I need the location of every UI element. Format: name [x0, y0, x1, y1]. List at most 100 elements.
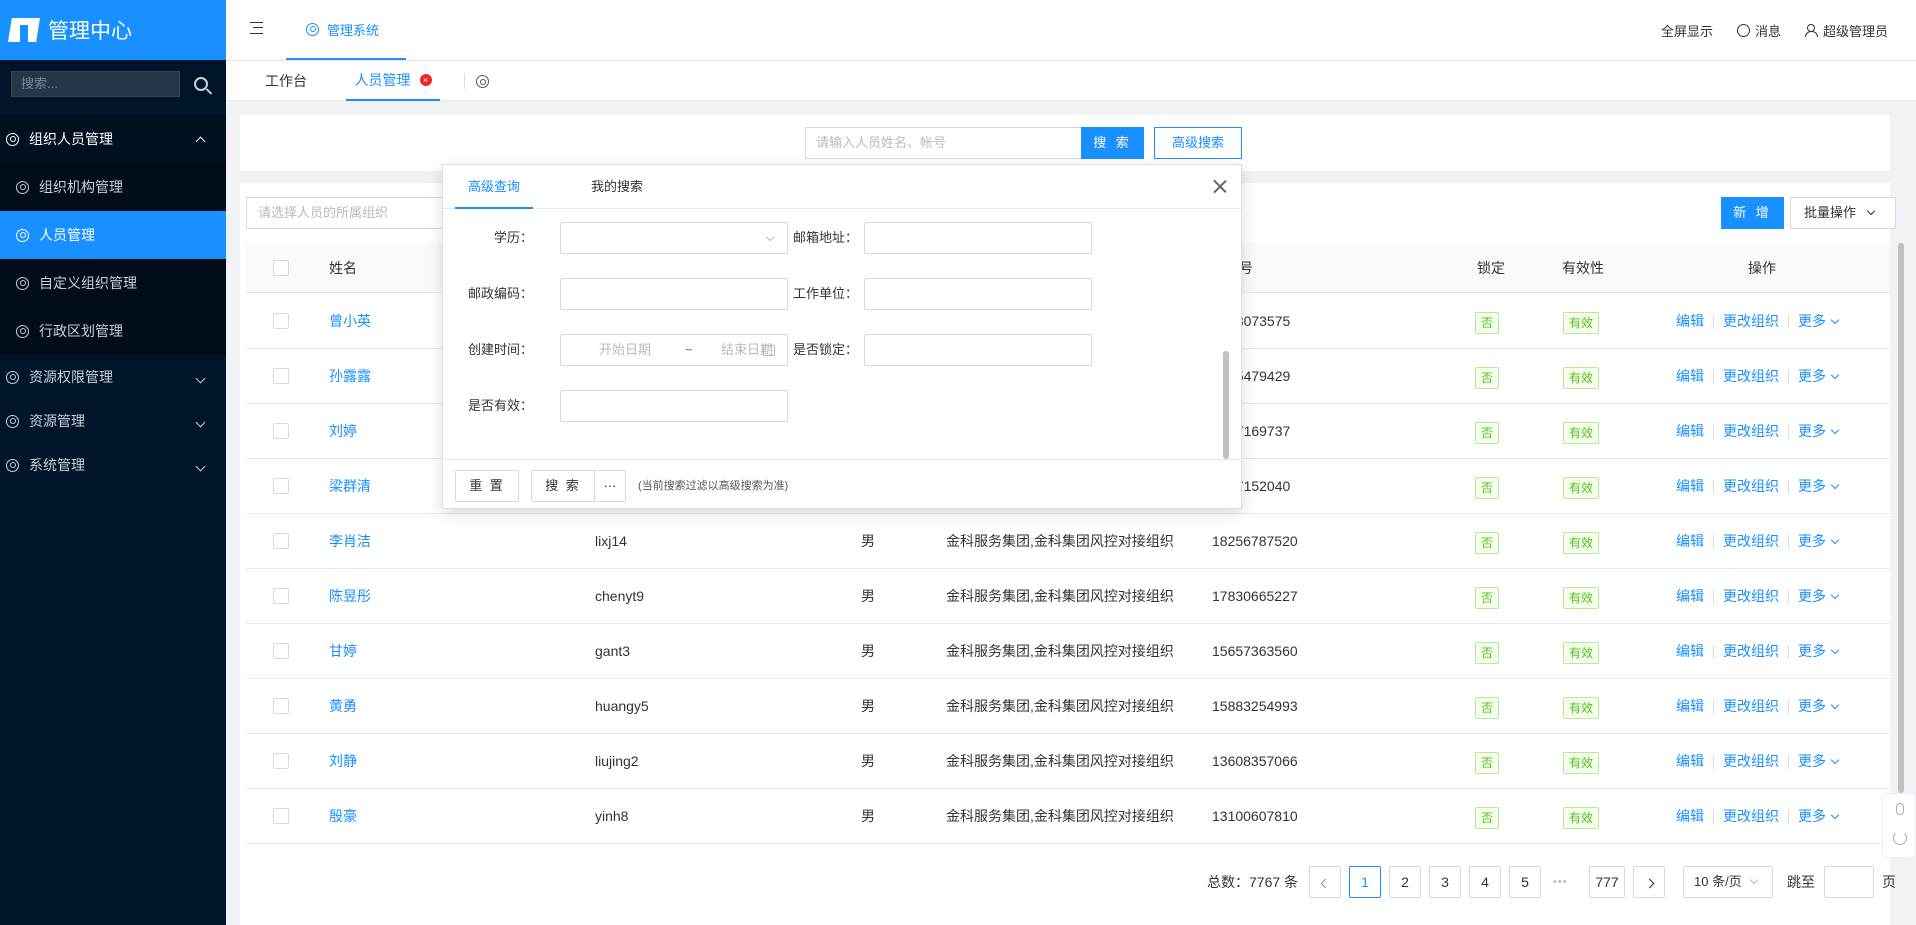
start-date-input[interactable]: 开始日期 — [599, 335, 651, 365]
email-field[interactable] — [864, 222, 1092, 254]
more-button[interactable]: 更多 — [1798, 313, 1840, 329]
more-button[interactable]: 更多 — [1798, 533, 1840, 549]
change-org-button[interactable]: 更改组织 — [1723, 313, 1779, 329]
change-org-button[interactable]: 更改组织 — [1723, 478, 1779, 494]
advanced-search-button[interactable]: 高级搜索 — [1154, 127, 1242, 159]
pagination-ellipsis[interactable]: ••• — [1553, 866, 1568, 898]
close-icon[interactable]: × — [419, 74, 432, 86]
scrollbar[interactable] — [1898, 243, 1904, 793]
row-checkbox[interactable] — [273, 588, 289, 604]
page-1[interactable]: 1 — [1349, 866, 1381, 898]
menu-group-resource-permission[interactable]: 资源权限管理 — [0, 355, 226, 399]
change-org-button[interactable]: 更改组织 — [1723, 533, 1779, 549]
batch-actions-button[interactable]: 批量操作 — [1790, 197, 1896, 229]
prev-page-button[interactable] — [1309, 866, 1341, 898]
change-org-button[interactable]: 更改组织 — [1723, 698, 1779, 714]
sidebar-item-org-structure[interactable]: 组织机构管理 — [0, 163, 226, 211]
date-range-picker[interactable]: 开始日期 ~ 结束日期 — [560, 334, 788, 366]
person-name-link[interactable]: 曾小英 — [329, 294, 371, 349]
more-button[interactable]: 更多 — [1798, 698, 1840, 714]
modal-scrollbar[interactable] — [1223, 351, 1229, 459]
search-button[interactable]: 搜 索 — [1081, 127, 1144, 159]
menu-collapse-icon[interactable] — [250, 22, 263, 34]
row-checkbox[interactable] — [273, 313, 289, 329]
change-org-button[interactable]: 更改组织 — [1723, 753, 1779, 769]
change-org-button[interactable]: 更改组织 — [1723, 368, 1779, 384]
row-checkbox[interactable] — [273, 423, 289, 439]
education-select[interactable] — [560, 222, 788, 254]
sidebar-search-input[interactable]: 搜索... — [11, 71, 180, 97]
close-icon[interactable] — [1213, 179, 1227, 193]
row-checkbox[interactable] — [273, 808, 289, 824]
edit-button[interactable]: 编辑 — [1676, 368, 1704, 384]
person-name-link[interactable]: 刘婷 — [329, 404, 357, 459]
valid-select[interactable] — [560, 390, 788, 422]
row-checkbox[interactable] — [273, 478, 289, 494]
more-button[interactable]: 更多 — [1798, 368, 1840, 384]
person-name-link[interactable]: 甘婷 — [329, 624, 357, 679]
brand[interactable]: 管理中心 — [0, 0, 226, 60]
user-menu[interactable]: 超级管理员 — [1804, 21, 1888, 40]
edit-button[interactable]: 编辑 — [1676, 698, 1704, 714]
person-name-link[interactable]: 陈昱彤 — [329, 569, 371, 624]
more-button[interactable]: 更多 — [1798, 423, 1840, 439]
microphone-icon[interactable] — [1896, 803, 1904, 815]
next-page-button[interactable] — [1633, 866, 1665, 898]
page-last[interactable]: 777 — [1589, 866, 1625, 898]
page-5[interactable]: 5 — [1509, 866, 1541, 898]
person-name-link[interactable]: 梁群清 — [329, 459, 371, 514]
jump-input[interactable] — [1824, 866, 1874, 898]
tab-management-system[interactable]: 管理系统 — [286, 0, 406, 60]
search-icon[interactable] — [194, 77, 208, 91]
edit-button[interactable]: 编辑 — [1676, 643, 1704, 659]
add-button[interactable]: 新 增 — [1721, 197, 1784, 229]
menu-group-resource[interactable]: 资源管理 — [0, 399, 226, 443]
row-checkbox[interactable] — [273, 698, 289, 714]
tab-settings-icon[interactable] — [476, 75, 489, 88]
fullscreen-button[interactable]: 全屏显示 — [1661, 21, 1713, 40]
more-button[interactable]: 更多 — [1798, 478, 1840, 494]
edit-button[interactable]: 编辑 — [1676, 423, 1704, 439]
page-2[interactable]: 2 — [1389, 866, 1421, 898]
tab-my-searches[interactable]: 我的搜索 — [591, 165, 643, 209]
sidebar-item-people[interactable]: 人员管理 — [0, 211, 226, 259]
change-org-button[interactable]: 更改组织 — [1723, 808, 1779, 824]
row-checkbox[interactable] — [273, 368, 289, 384]
tab-workbench[interactable]: 工作台 — [265, 61, 307, 101]
person-name-link[interactable]: 孙露露 — [329, 349, 371, 404]
sidebar-item-custom-org[interactable]: 自定义组织管理 — [0, 259, 226, 307]
row-checkbox[interactable] — [273, 643, 289, 659]
postcode-field[interactable] — [560, 278, 788, 310]
refresh-icon[interactable] — [1893, 831, 1907, 845]
edit-button[interactable]: 编辑 — [1676, 808, 1704, 824]
menu-group-org-people[interactable]: 组织人员管理 — [0, 115, 226, 163]
more-button[interactable]: 更多 — [1798, 808, 1840, 824]
edit-button[interactable]: 编辑 — [1676, 753, 1704, 769]
select-all-checkbox[interactable] — [273, 260, 289, 276]
tab-advanced-query[interactable]: 高级查询 — [455, 165, 534, 209]
change-org-button[interactable]: 更改组织 — [1723, 588, 1779, 604]
page-3[interactable]: 3 — [1429, 866, 1461, 898]
more-button[interactable]: 更多 — [1798, 643, 1840, 659]
people-search-input[interactable]: 请输入人员姓名、帐号 — [805, 127, 1082, 159]
company-field[interactable] — [864, 278, 1092, 310]
more-options-button[interactable]: ··· — [594, 470, 626, 502]
more-button[interactable]: 更多 — [1798, 753, 1840, 769]
modal-search-button[interactable]: 搜 索 — [531, 470, 595, 502]
edit-button[interactable]: 编辑 — [1676, 533, 1704, 549]
sidebar-item-admin-division[interactable]: 行政区划管理 — [0, 307, 226, 355]
person-name-link[interactable]: 殷豪 — [329, 789, 357, 844]
org-select[interactable]: 请选择人员的所属组织 — [246, 197, 446, 229]
page-4[interactable]: 4 — [1469, 866, 1501, 898]
change-org-button[interactable]: 更改组织 — [1723, 423, 1779, 439]
menu-group-system[interactable]: 系统管理 — [0, 443, 226, 487]
edit-button[interactable]: 编辑 — [1676, 478, 1704, 494]
person-name-link[interactable]: 黄勇 — [329, 679, 357, 734]
edit-button[interactable]: 编辑 — [1676, 588, 1704, 604]
reset-button[interactable]: 重 置 — [455, 470, 519, 502]
more-button[interactable]: 更多 — [1798, 588, 1840, 604]
person-name-link[interactable]: 李肖洁 — [329, 514, 371, 569]
tab-people[interactable]: 人员管理 × — [346, 61, 440, 101]
locked-select[interactable] — [864, 334, 1092, 366]
page-size-select[interactable]: 10 条/页 — [1683, 866, 1773, 898]
